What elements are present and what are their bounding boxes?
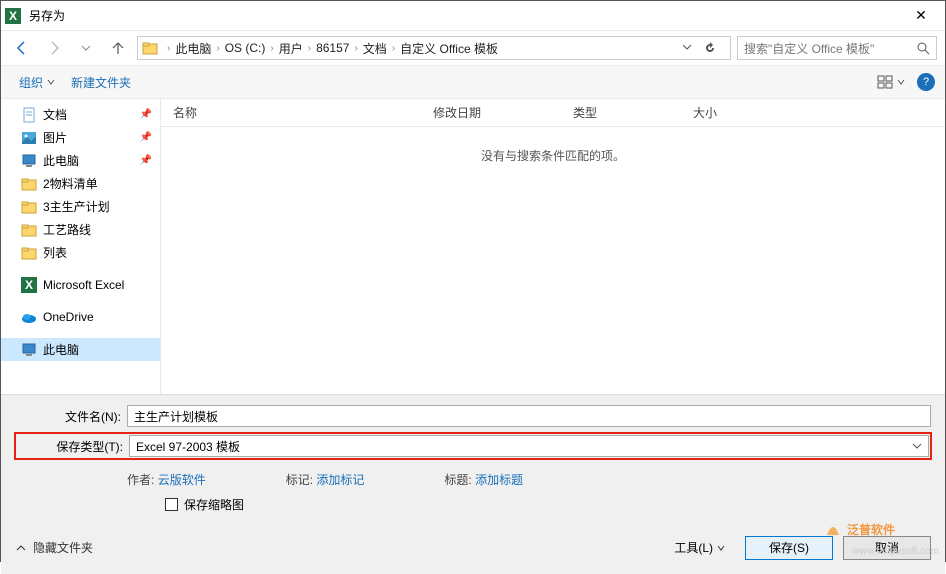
refresh-button[interactable] <box>704 42 726 54</box>
sidebar-item-label: 2物料清单 <box>43 175 98 192</box>
sidebar-item-8[interactable]: OneDrive <box>1 306 160 328</box>
chevron-right-icon: › <box>392 43 395 54</box>
save-thumbnail-checkbox[interactable] <box>165 498 178 511</box>
chevron-down-icon <box>717 544 725 552</box>
sidebar-item-label: Microsoft Excel <box>43 278 124 292</box>
chevron-right-icon: › <box>270 43 273 54</box>
pin-icon: 📌 <box>140 109 152 120</box>
sidebar-item-7[interactable]: X Microsoft Excel <box>1 274 160 296</box>
crumb-pc[interactable]: 此电脑 <box>175 40 211 57</box>
savetype-dropdown[interactable]: Excel 97-2003 模板 <box>129 435 929 457</box>
chevron-right-icon: › <box>354 43 357 54</box>
address-bar[interactable]: › 此电脑 › OS (C:) › 用户 › 86157 › 文档 › 自定义 … <box>137 36 731 60</box>
recent-dropdown[interactable] <box>73 35 99 61</box>
sidebar-item-label: 3主生产计划 <box>43 198 110 215</box>
filename-label: 文件名(N): <box>15 408 127 425</box>
chevron-up-icon <box>15 542 27 554</box>
sidebar-item-label: 工艺路线 <box>43 221 91 238</box>
chevron-down-icon <box>897 78 905 86</box>
folder-icon <box>21 199 37 215</box>
crumb-docs[interactable]: 文档 <box>363 40 387 57</box>
excel-app-icon: X <box>5 8 21 24</box>
chevron-right-icon: › <box>216 43 219 54</box>
sidebar-item-5[interactable]: 工艺路线 <box>1 218 160 241</box>
sidebar-item-6[interactable]: 列表 <box>1 241 160 264</box>
breadcrumb[interactable]: › 此电脑 › OS (C:) › 用户 › 86157 › 文档 › 自定义 … <box>162 40 498 57</box>
onedrive-icon <box>21 309 37 325</box>
up-button[interactable] <box>105 35 131 61</box>
crumb-user[interactable]: 86157 <box>316 41 349 55</box>
title-label: 标题: <box>444 473 471 487</box>
help-button[interactable]: ? <box>917 73 935 91</box>
crumb-drive[interactable]: OS (C:) <box>225 41 266 55</box>
chevron-right-icon: › <box>167 43 170 54</box>
sidebar-item-3[interactable]: 2物料清单 <box>1 172 160 195</box>
folder-icon <box>21 176 37 192</box>
chevron-down-icon <box>912 441 922 451</box>
filename-input[interactable] <box>127 405 931 427</box>
sidebar-item-label: OneDrive <box>43 310 94 324</box>
col-modified[interactable]: 修改日期 <box>421 104 561 121</box>
tags-label: 标记: <box>286 473 313 487</box>
doc-icon <box>21 107 37 123</box>
new-folder-button[interactable]: 新建文件夹 <box>63 70 139 95</box>
cancel-button[interactable]: 取消 <box>843 536 931 560</box>
window-title: 另存为 <box>29 7 901 24</box>
col-size[interactable]: 大小 <box>681 104 781 121</box>
sidebar: 文档 📌 图片 📌 此电脑 📌 2物料清单 3主生产计划工艺路线列表 X Microsoft Ex… <box>1 99 161 394</box>
sidebar-item-label: 此电脑 <box>43 341 79 358</box>
sidebar-item-4[interactable]: 3主生产计划 <box>1 195 160 218</box>
pc-icon <box>21 342 37 358</box>
folder-icon <box>142 40 158 56</box>
savetype-value: Excel 97-2003 模板 <box>136 438 240 455</box>
save-thumbnail-label: 保存缩略图 <box>184 496 244 513</box>
savetype-label: 保存类型(T): <box>17 438 129 455</box>
organize-button[interactable]: 组织 <box>11 70 63 95</box>
sidebar-item-label: 文档 <box>43 106 67 123</box>
sidebar-item-label: 列表 <box>43 244 67 261</box>
crumb-current[interactable]: 自定义 Office 模板 <box>400 40 498 57</box>
pc-icon <box>21 153 37 169</box>
close-button[interactable]: ✕ <box>901 7 941 24</box>
folder-icon <box>21 222 37 238</box>
view-options-button[interactable] <box>873 73 909 91</box>
tags-value[interactable]: 添加标记 <box>316 473 364 487</box>
svg-text:X: X <box>9 9 17 23</box>
back-button[interactable] <box>9 35 35 61</box>
forward-button <box>41 35 67 61</box>
folder-icon <box>21 245 37 261</box>
search-input[interactable]: 搜索"自定义 Office 模板" <box>737 36 937 60</box>
pic-icon <box>21 130 37 146</box>
save-button[interactable]: 保存(S) <box>745 536 833 560</box>
sidebar-item-label: 此电脑 <box>43 152 79 169</box>
column-headers: 名称 修改日期 类型 大小 <box>161 99 945 127</box>
sidebar-item-9[interactable]: 此电脑 <box>1 338 160 361</box>
col-type[interactable]: 类型 <box>561 104 681 121</box>
excel-icon: X <box>21 277 37 293</box>
svg-text:X: X <box>25 278 33 292</box>
address-dropdown[interactable] <box>682 42 704 54</box>
empty-message: 没有与搜索条件匹配的项。 <box>161 127 945 394</box>
author-label: 作者: <box>127 473 154 487</box>
hide-folders-button[interactable]: 隐藏文件夹 <box>15 539 93 556</box>
col-name[interactable]: 名称 <box>161 104 421 121</box>
chevron-down-icon <box>47 78 55 86</box>
chevron-right-icon: › <box>308 43 311 54</box>
title-value[interactable]: 添加标题 <box>475 473 523 487</box>
sidebar-item-label: 图片 <box>43 129 67 146</box>
search-placeholder: 搜索"自定义 Office 模板" <box>744 40 874 57</box>
search-icon[interactable] <box>916 41 930 55</box>
crumb-users[interactable]: 用户 <box>279 40 303 57</box>
sidebar-item-0[interactable]: 文档 📌 <box>1 103 160 126</box>
sidebar-item-1[interactable]: 图片 📌 <box>1 126 160 149</box>
pin-icon: 📌 <box>140 155 152 166</box>
tools-button[interactable]: 工具(L) <box>664 535 735 560</box>
pin-icon: 📌 <box>140 132 152 143</box>
sidebar-item-2[interactable]: 此电脑 📌 <box>1 149 160 172</box>
author-value[interactable]: 云版软件 <box>158 473 206 487</box>
